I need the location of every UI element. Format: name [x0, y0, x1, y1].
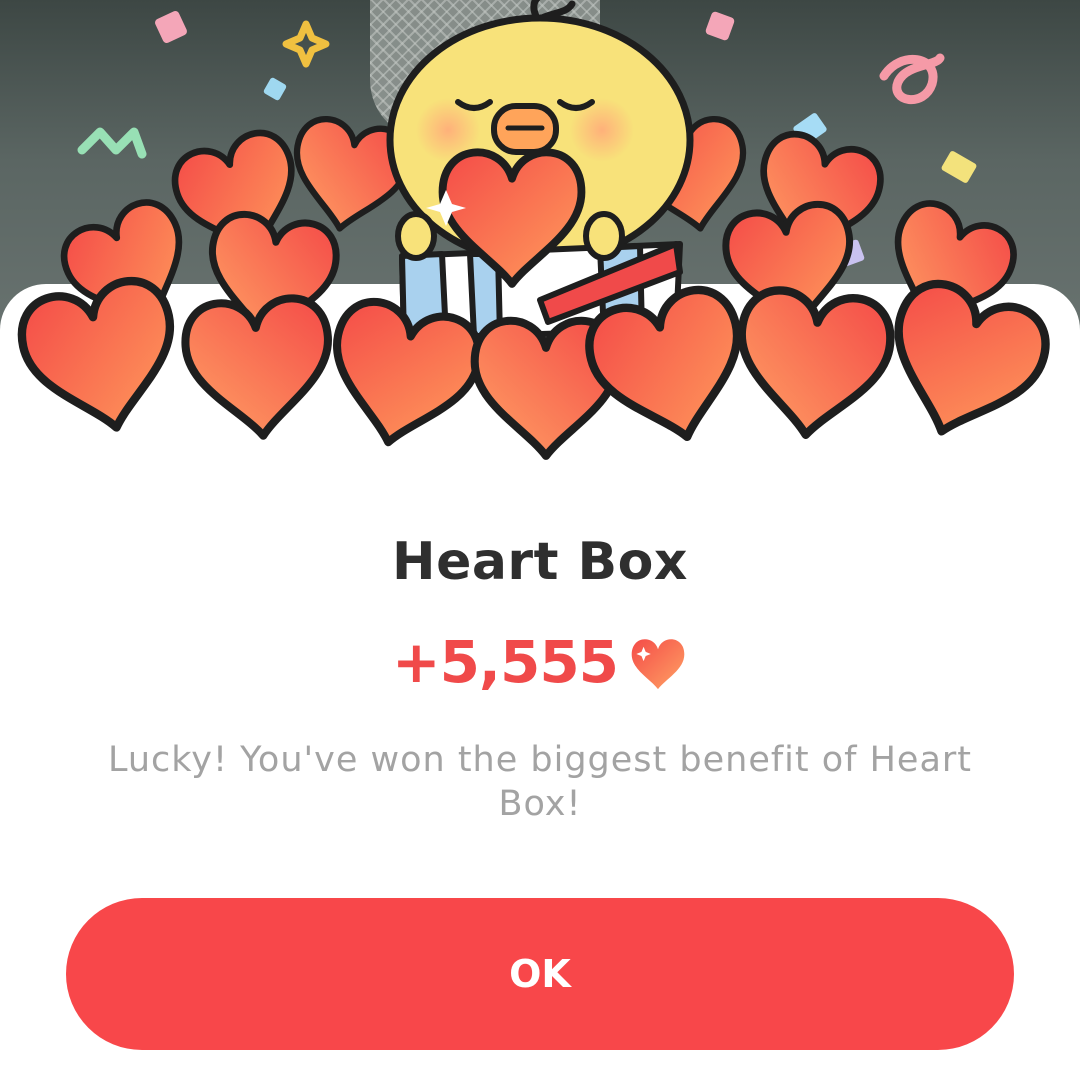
- dialog-title: Heart Box: [392, 532, 688, 592]
- reward-amount: +5,555: [391, 628, 619, 696]
- reward-row: +5,555: [0, 628, 1080, 696]
- reward-message: Lucky! You've won the biggest benefit of…: [107, 740, 973, 824]
- heart-box-illustration: [0, 0, 1080, 480]
- heart-box-reward-screen: Heart Box +5,555 Lucky! You've won the b…: [0, 0, 1080, 1080]
- ok-button[interactable]: OK: [66, 898, 1014, 1050]
- heart-icon: [631, 639, 685, 690]
